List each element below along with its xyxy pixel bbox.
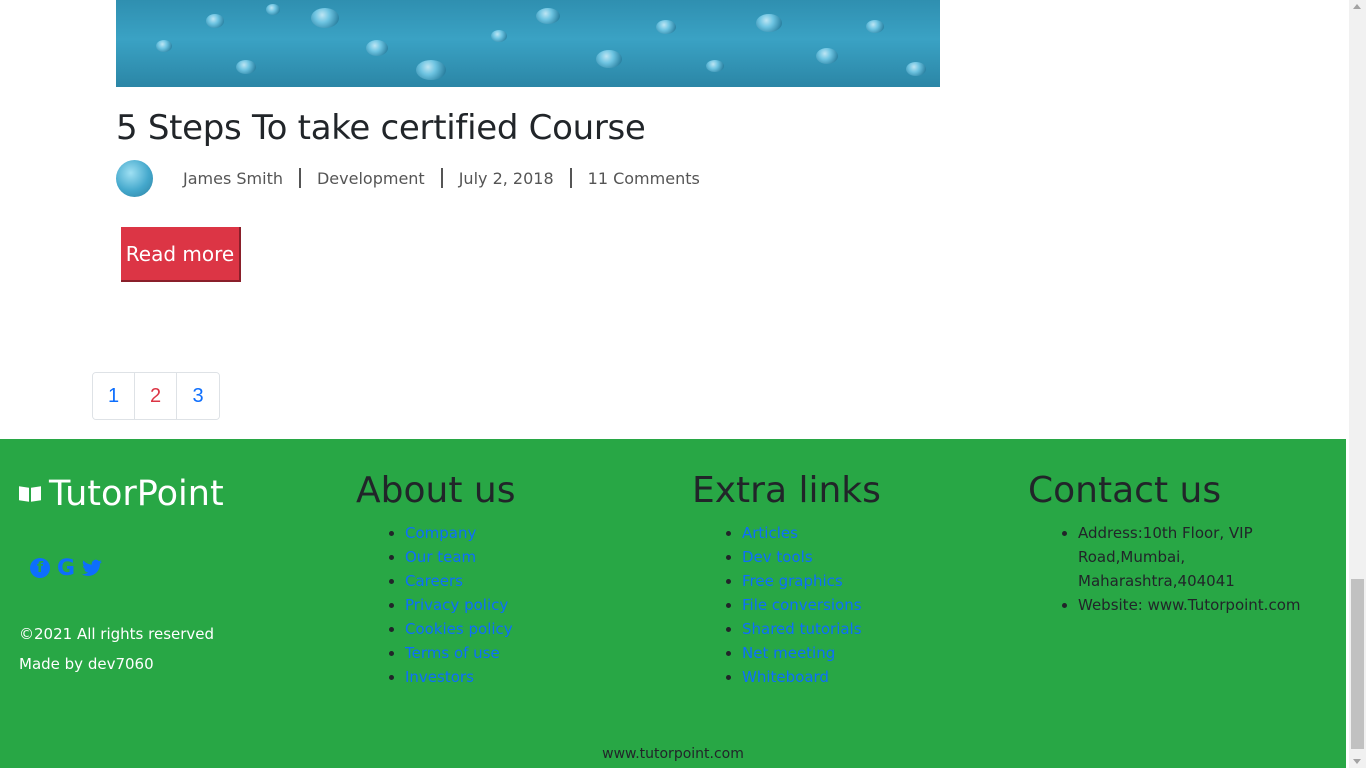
link-free-graphics[interactable]: Free graphics [742, 572, 843, 590]
contact-address: Address:10th Floor, VIP Road,Mumbai, Mah… [1078, 521, 1318, 593]
link-file-conversions[interactable]: File conversions [742, 596, 862, 614]
social-links: f G [30, 556, 102, 581]
facebook-icon[interactable]: f [30, 558, 50, 578]
scroll-up-arrow-icon[interactable] [1353, 4, 1361, 9]
link-our-team[interactable]: Our team [405, 548, 476, 566]
post-title: 5 Steps To take certified Course [116, 108, 646, 148]
scroll-thumb[interactable] [1351, 579, 1364, 749]
post-author: James Smith [183, 168, 283, 188]
contact-list: Address:10th Floor, VIP Road,Mumbai, Mah… [1078, 521, 1318, 617]
list-item: Company [405, 521, 513, 545]
list-item: Privacy policy [405, 593, 513, 617]
vertical-scrollbar[interactable] [1349, 0, 1366, 768]
post-category: Development [316, 168, 425, 188]
list-item: Net meeting [742, 641, 862, 665]
footer-brand[interactable]: TutorPoint [19, 474, 224, 514]
page-link-2[interactable]: 2 [135, 373, 177, 419]
list-item: Our team [405, 545, 513, 569]
book-icon [19, 485, 41, 503]
list-item: File conversions [742, 593, 862, 617]
list-item: Whiteboard [742, 665, 862, 689]
list-item: Shared tutorials [742, 617, 862, 641]
google-icon[interactable]: G [56, 556, 76, 581]
list-item: Careers [405, 569, 513, 593]
page-link-1[interactable]: 1 [93, 373, 135, 419]
link-shared-tutorials[interactable]: Shared tutorials [742, 620, 862, 638]
copyright-text: ©2021 All rights reserved [19, 625, 215, 643]
page-link-3[interactable]: 3 [177, 373, 219, 419]
page-viewport: 5 Steps To take certified Course James S… [0, 0, 1349, 768]
meta-divider [298, 168, 301, 188]
twitter-icon[interactable] [82, 558, 102, 578]
list-item: Free graphics [742, 569, 862, 593]
read-more-button[interactable]: Read more [121, 227, 241, 282]
scroll-down-arrow-icon[interactable] [1353, 759, 1361, 764]
pagination: 1 2 3 [92, 372, 220, 420]
copyright-block: ©2021 All rights reserved Made by dev706… [19, 619, 214, 679]
link-investors[interactable]: Investors [405, 668, 474, 686]
meta-divider [569, 168, 572, 188]
link-net-meeting[interactable]: Net meeting [742, 644, 835, 662]
about-links: Company Our team Careers Privacy policy … [405, 521, 513, 689]
link-dev-tools[interactable]: Dev tools [742, 548, 813, 566]
link-company[interactable]: Company [405, 524, 476, 542]
list-item: Terms of use [405, 641, 513, 665]
extra-links: Articles Dev tools Free graphics File co… [742, 521, 862, 689]
post-date: July 2, 2018 [458, 168, 554, 188]
list-item: Cookies policy [405, 617, 513, 641]
meta-divider [440, 168, 443, 188]
post-comments: 11 Comments [587, 168, 700, 188]
link-privacy-policy[interactable]: Privacy policy [405, 596, 508, 614]
contact-website: Website: www.Tutorpoint.com [1078, 593, 1318, 617]
footer-bottom-url: www.tutorpoint.com [602, 746, 744, 762]
link-cookies-policy[interactable]: Cookies policy [405, 620, 513, 638]
made-by-text: Made by dev7060 [19, 655, 154, 673]
list-item: Investors [405, 665, 513, 689]
avatar [116, 159, 153, 197]
about-heading: About us [356, 470, 516, 511]
list-item: Articles [742, 521, 862, 545]
post-image [116, 0, 940, 87]
link-whiteboard[interactable]: Whiteboard [742, 668, 829, 686]
contact-heading: Contact us [1028, 470, 1222, 511]
brand-name: TutorPoint [49, 474, 224, 514]
extra-links-heading: Extra links [692, 470, 881, 511]
link-careers[interactable]: Careers [405, 572, 463, 590]
list-item: Dev tools [742, 545, 862, 569]
post-meta: James Smith Development July 2, 2018 11 … [116, 159, 700, 197]
link-articles[interactable]: Articles [742, 524, 798, 542]
link-terms-of-use[interactable]: Terms of use [405, 644, 500, 662]
